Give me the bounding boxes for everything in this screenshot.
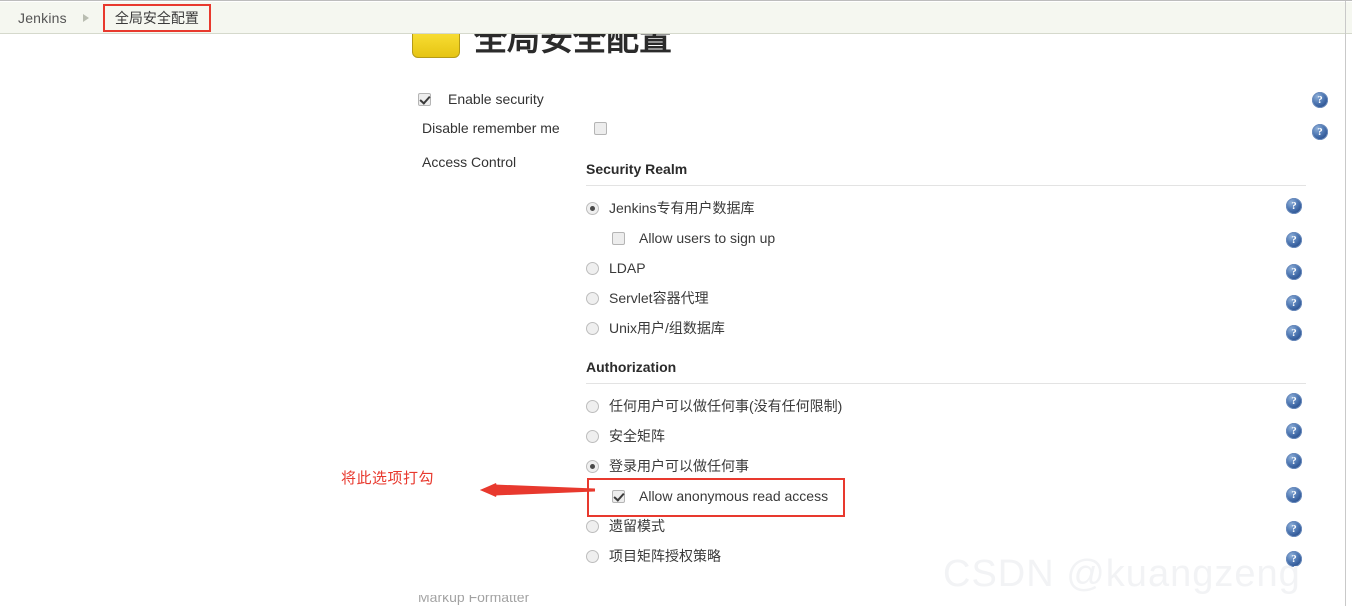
option-servlet-container-delegate[interactable]: Servlet容器代理 <box>586 283 1308 313</box>
bottom-clipped-label: Markup Formatter <box>418 595 530 605</box>
left-arrow-icon <box>480 483 595 497</box>
row-disable-remember-me: Disable remember me <box>422 120 607 136</box>
help-icon[interactable]: ? <box>1286 453 1302 469</box>
row-enable-security: Enable security <box>418 91 544 107</box>
help-icon[interactable]: ? <box>1312 92 1328 108</box>
help-icon[interactable]: ? <box>1286 521 1302 537</box>
row-access-control: Access Control <box>422 154 516 170</box>
option-matrix-based-security[interactable]: 安全矩阵 <box>586 421 1308 451</box>
security-realm-heading: Security Realm <box>586 161 1306 186</box>
help-icon[interactable]: ? <box>1286 325 1302 341</box>
access-control-panel: Security Realm Jenkins专有用户数据库 Allow user… <box>586 161 1308 571</box>
option-label: Servlet容器代理 <box>609 290 709 306</box>
help-icon[interactable]: ? <box>1286 264 1302 280</box>
option-label: 项目矩阵授权策略 <box>609 548 721 564</box>
checkbox-allow-anonymous-read-access[interactable] <box>612 489 625 503</box>
help-icon[interactable]: ? <box>1286 295 1302 311</box>
breadcrumb-item-jenkins[interactable]: Jenkins <box>18 10 67 26</box>
access-control-label: Access Control <box>422 154 517 170</box>
breadcrumb: Jenkins 全局安全配置 <box>18 2 211 33</box>
help-icon[interactable]: ? <box>1286 198 1302 214</box>
disable-remember-me-label: Disable remember me <box>422 120 560 136</box>
radio-servlet-container-delegate[interactable] <box>586 291 599 305</box>
option-label: LDAP <box>609 260 646 276</box>
radio-matrix-based-security[interactable] <box>586 429 599 443</box>
radio-project-matrix-authorization[interactable] <box>586 549 599 563</box>
option-label: 任何用户可以做任何事(没有任何限制) <box>609 398 843 414</box>
enable-security-checkbox[interactable] <box>418 92 431 106</box>
option-label: 登录用户可以做任何事 <box>609 458 749 474</box>
authorization-options: 任何用户可以做任何事(没有任何限制) 安全矩阵 登录用户可以做任何事 Allow… <box>586 391 1308 571</box>
radio-unix-user-group-db[interactable] <box>586 321 599 335</box>
help-icon[interactable]: ? <box>1286 232 1302 248</box>
radio-jenkins-own-user-db[interactable] <box>586 201 599 215</box>
bottom-clipped-section: Markup Formatter <box>418 595 938 606</box>
breadcrumb-bar: Jenkins 全局安全配置 <box>0 2 1352 34</box>
option-ldap[interactable]: LDAP <box>586 253 1308 283</box>
authorization-heading: Authorization <box>586 359 1306 384</box>
checkbox-allow-users-to-sign-up[interactable] <box>612 231 625 245</box>
option-allow-users-to-sign-up[interactable]: Allow users to sign up <box>586 223 1308 253</box>
breadcrumb-current-highlight: 全局安全配置 <box>102 3 211 32</box>
option-anyone-can-do-anything[interactable]: 任何用户可以做任何事(没有任何限制) <box>586 391 1308 421</box>
option-unix-user-group-db[interactable]: Unix用户/组数据库 <box>586 313 1308 343</box>
option-label: Jenkins专有用户数据库 <box>609 200 755 216</box>
radio-ldap[interactable] <box>586 261 599 275</box>
disable-remember-me-checkbox[interactable] <box>593 121 607 135</box>
option-jenkins-own-user-db[interactable]: Jenkins专有用户数据库 <box>586 193 1308 223</box>
option-label: Allow anonymous read access <box>639 488 829 504</box>
option-legacy-mode[interactable]: 遗留模式 <box>586 511 1308 541</box>
radio-legacy-mode[interactable] <box>586 519 599 533</box>
annotation-text: 将此选项打勾 <box>341 470 435 487</box>
radio-logged-in-users-can-do-anything[interactable] <box>586 459 599 473</box>
watermark: CSDN @kuangzeng <box>943 553 1301 595</box>
page-title: 全局安全配置 <box>412 34 832 62</box>
page-frame: Jenkins 全局安全配置 全局安全配置 Enable security Di… <box>0 0 1352 606</box>
page-title-text: 全局安全配置 <box>474 34 672 57</box>
right-border-rule <box>1345 1 1346 606</box>
help-icon[interactable]: ? <box>1286 393 1302 409</box>
help-icon[interactable]: ? <box>1312 124 1328 140</box>
chevron-right-icon <box>82 13 89 22</box>
enable-security-label: Enable security <box>448 91 544 107</box>
option-label: 安全矩阵 <box>609 428 665 444</box>
option-label: 遗留模式 <box>609 518 665 534</box>
option-allow-anonymous-read-access[interactable]: Allow anonymous read access <box>586 481 1308 511</box>
breadcrumb-item-global-security[interactable]: 全局安全配置 <box>115 10 199 26</box>
help-icon[interactable]: ? <box>1286 487 1302 503</box>
yellow-gear-icon <box>412 34 460 58</box>
radio-anyone-can-do-anything[interactable] <box>586 399 599 413</box>
option-label: Unix用户/组数据库 <box>609 320 725 336</box>
help-icon[interactable]: ? <box>1286 423 1302 439</box>
option-logged-in-users-can-do-anything[interactable]: 登录用户可以做任何事 <box>586 451 1308 481</box>
security-realm-options: Jenkins专有用户数据库 Allow users to sign up LD… <box>586 193 1308 343</box>
option-label: Allow users to sign up <box>639 230 776 246</box>
